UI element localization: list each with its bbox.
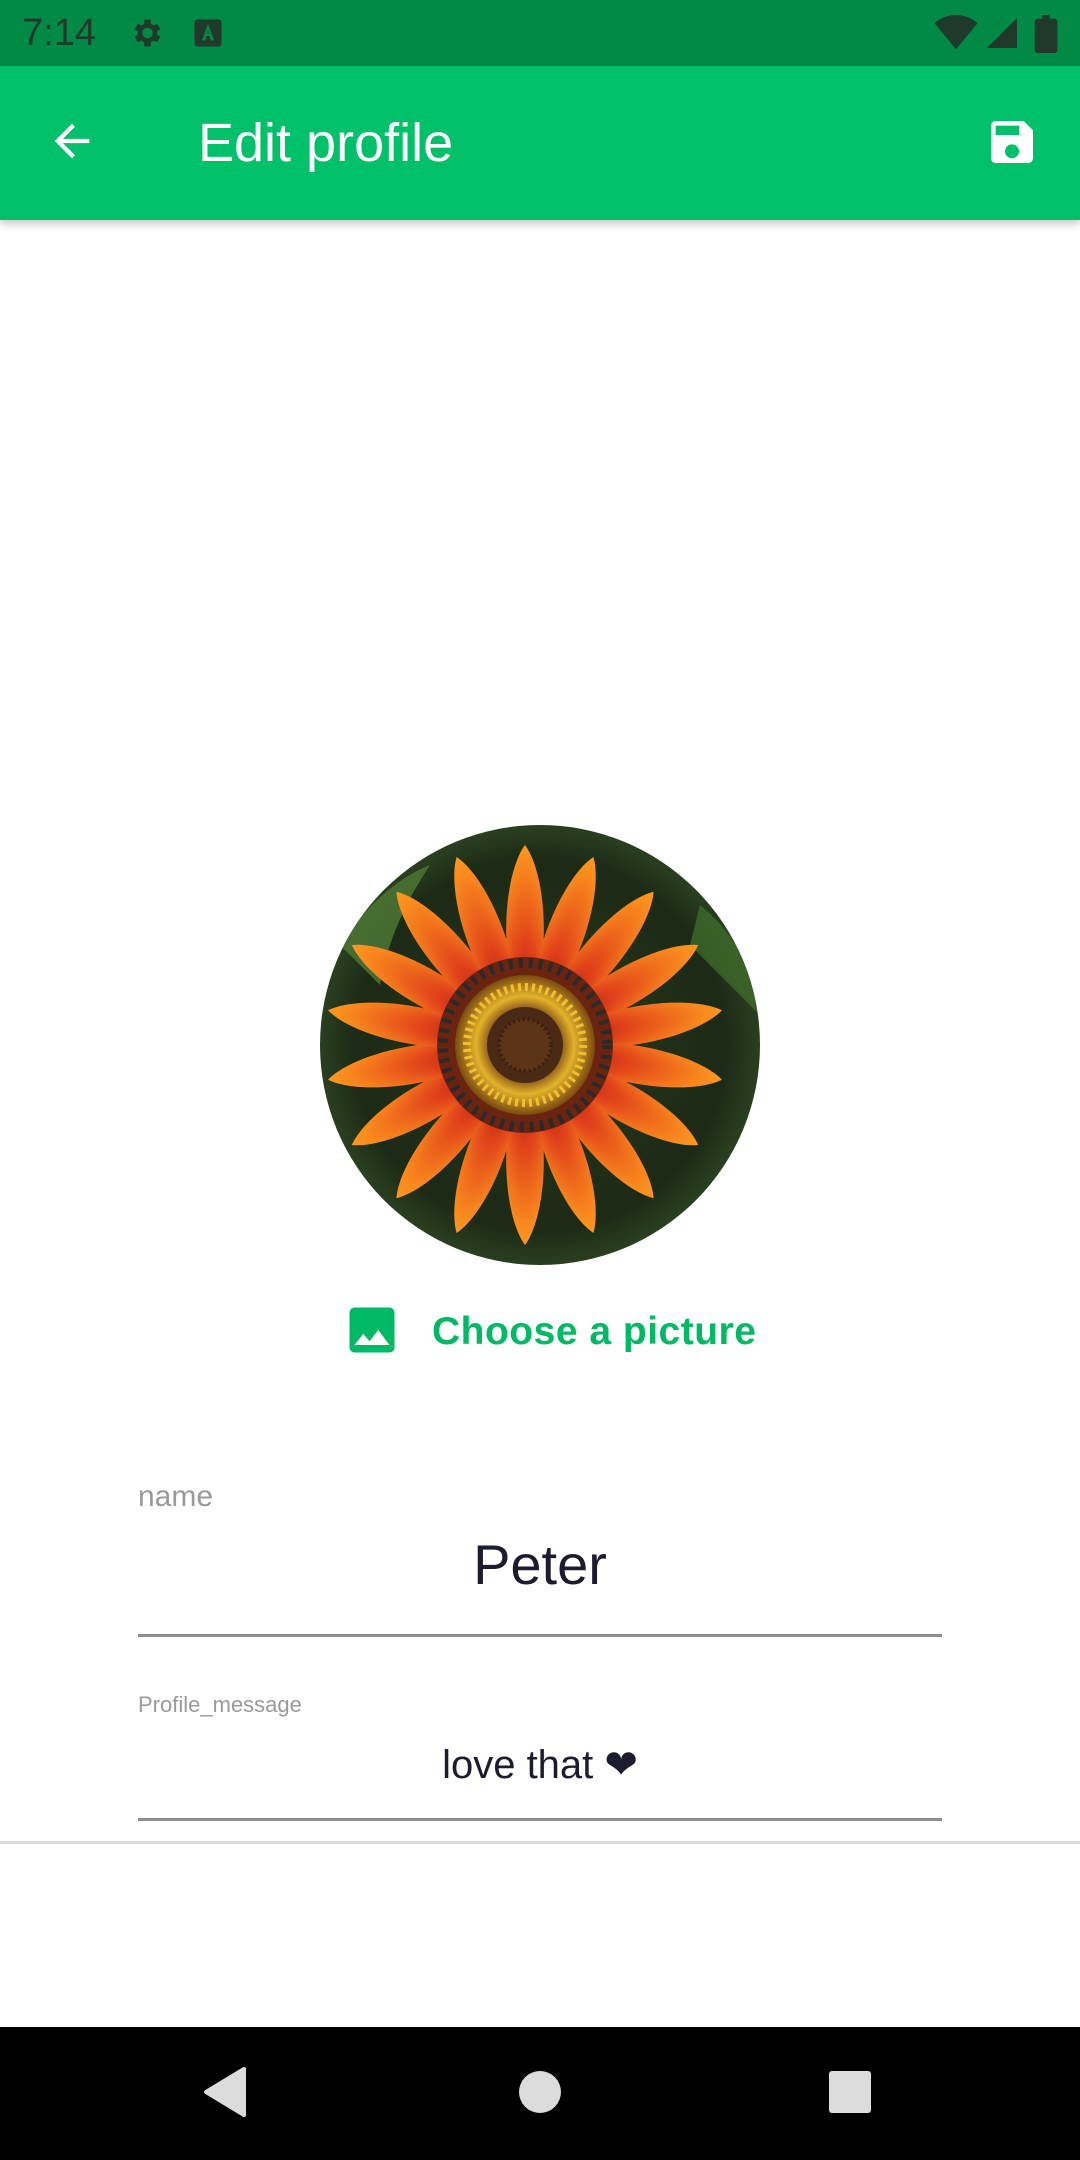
status-time: 7:14 [22, 12, 96, 54]
battery-icon [1034, 15, 1058, 53]
image-icon [342, 1300, 402, 1365]
profile-message-field[interactable]: Profile_message love that ❤ [138, 1692, 942, 1822]
choose-picture-button[interactable]: Choose a picture [342, 1300, 756, 1364]
profile-message-field-label: Profile_message [138, 1692, 302, 1717]
name-field[interactable]: name Peter [138, 1480, 942, 1640]
name-field-label: name [138, 1480, 214, 1513]
arrow-back-icon [46, 115, 98, 172]
profile-message-field-value[interactable]: love that ❤ [138, 1740, 942, 1790]
system-nav-bar [0, 2027, 1080, 2160]
nav-recents-button[interactable] [815, 2059, 885, 2129]
choose-picture-label: Choose a picture [432, 1310, 757, 1353]
flower-photo [320, 825, 760, 1265]
recents-square-icon [828, 2070, 872, 2119]
back-triangle-icon [202, 2066, 248, 2122]
nav-back-button[interactable] [190, 2059, 260, 2129]
profile-avatar [320, 825, 760, 1265]
divider [0, 1841, 1080, 1844]
wifi-icon [934, 15, 978, 51]
app-bar: Edit profile [0, 66, 1080, 220]
settings-icon [128, 15, 164, 51]
page-title: Edit profile [198, 113, 454, 173]
keyboard-a-icon [190, 15, 226, 51]
nav-home-button[interactable] [505, 2059, 575, 2129]
back-button[interactable] [40, 111, 104, 175]
status-bar: 7:14 [0, 0, 1080, 66]
save-floppy-icon [984, 114, 1040, 175]
name-field-underline [138, 1634, 942, 1637]
home-circle-icon [518, 2070, 562, 2119]
edit-profile-screen: 7:14 Edit profile Choose a picture name … [0, 0, 1080, 2160]
profile-message-field-underline [138, 1818, 942, 1821]
name-field-value[interactable]: Peter [138, 1532, 942, 1598]
save-button[interactable] [980, 112, 1044, 176]
cell-signal-icon [984, 15, 1020, 51]
